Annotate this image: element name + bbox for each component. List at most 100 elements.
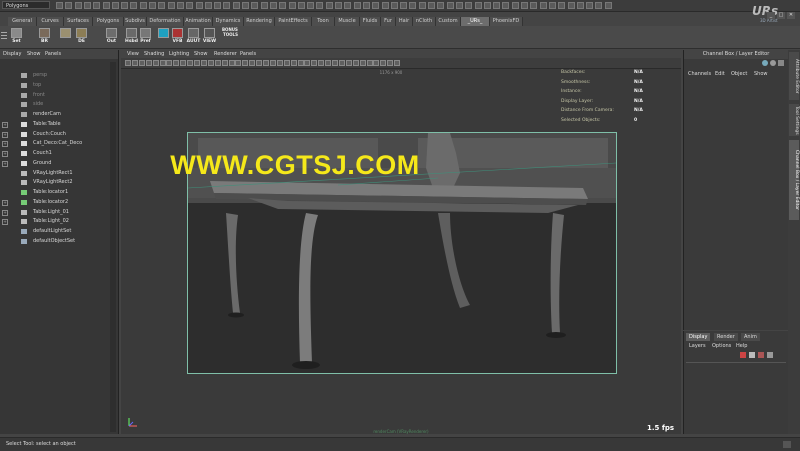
- viewport-tool-icon[interactable]: [166, 60, 173, 66]
- outliner-menu-show[interactable]: Show: [27, 51, 41, 57]
- outliner-scrollbar[interactable]: [110, 62, 116, 432]
- outliner-item[interactable]: + Couch:Couch: [0, 130, 118, 139]
- status-line-tool-icon[interactable]: [418, 2, 426, 9]
- shelf-button-pref[interactable]: Pref: [138, 28, 153, 46]
- shelf-button-vfb[interactable]: VFB: [170, 28, 185, 46]
- status-line-tool-icon[interactable]: [530, 2, 538, 9]
- render-icon[interactable]: [770, 60, 776, 66]
- outliner-item[interactable]: defaultLightSet: [0, 227, 118, 236]
- outliner-item[interactable]: + Table:Light_02: [0, 217, 118, 226]
- viewport-tool-icon[interactable]: [338, 60, 345, 66]
- viewport-tool-icon[interactable]: [290, 60, 297, 66]
- viewport-tool-icon[interactable]: [366, 60, 373, 66]
- shelf-tab-fur[interactable]: Fur: [381, 17, 396, 26]
- status-line-tool-icon[interactable]: [260, 2, 268, 9]
- status-line-tool-icon[interactable]: [288, 2, 296, 9]
- viewport-tool-icon[interactable]: [256, 60, 263, 66]
- outliner-item[interactable]: renderCam: [0, 110, 118, 119]
- viewport-tool-icon[interactable]: [269, 60, 276, 66]
- status-line-tool-icon[interactable]: [446, 2, 454, 9]
- status-line-tool-icon[interactable]: [195, 2, 203, 9]
- viewport-tool-icon[interactable]: [180, 60, 187, 66]
- outliner-item[interactable]: top: [0, 81, 118, 90]
- shelf-tab-animation[interactable]: Animation: [184, 17, 213, 26]
- status-line-tool-icon[interactable]: [483, 2, 491, 9]
- outliner-item[interactable]: defaultObjectSet: [0, 237, 118, 246]
- status-line-tool-icon[interactable]: [297, 2, 305, 9]
- tab-attribute-editor[interactable]: Attribute Editor: [789, 52, 799, 100]
- status-line-tool-icon[interactable]: [390, 2, 398, 9]
- viewport-tool-icon[interactable]: [387, 60, 394, 66]
- status-line-tool-icon[interactable]: [279, 2, 287, 9]
- expand-icon[interactable]: +: [2, 141, 8, 148]
- tab-channel-box[interactable]: Channel Box / Layer Editor: [789, 140, 799, 220]
- status-line-tool-icon[interactable]: [465, 2, 473, 9]
- status-line-tool-icon[interactable]: [158, 2, 166, 9]
- status-line-tool-icon[interactable]: [65, 2, 73, 9]
- minimize-button[interactable]: _: [767, 12, 775, 19]
- outliner-item[interactable]: + Table:locator2: [0, 198, 118, 207]
- viewport-tool-icon[interactable]: [394, 60, 401, 66]
- status-line-tool-icon[interactable]: [437, 2, 445, 9]
- outliner-item[interactable]: side: [0, 100, 118, 109]
- outliner-item[interactable]: persp: [0, 71, 118, 80]
- viewport-tool-icon[interactable]: [359, 60, 366, 66]
- tab-tool-settings[interactable]: Tool Settings: [789, 104, 799, 136]
- expand-icon[interactable]: +: [2, 219, 8, 226]
- viewport-menu-shading[interactable]: Shading: [144, 51, 164, 57]
- viewport-menu-view[interactable]: View: [127, 51, 139, 57]
- status-line-tool-icon[interactable]: [455, 2, 463, 9]
- viewport-tool-icon[interactable]: [207, 60, 214, 66]
- shelf-tab-subdivs[interactable]: Subdivs: [124, 17, 147, 26]
- viewport-tool-icon[interactable]: [235, 60, 242, 66]
- viewport-tool-icon[interactable]: [145, 60, 152, 66]
- expand-icon[interactable]: +: [2, 151, 8, 157]
- expand-icon[interactable]: +: [2, 199, 8, 206]
- viewport-tool-icon[interactable]: [304, 60, 311, 66]
- empty-layer-icon[interactable]: [758, 352, 764, 358]
- status-line-tool-icon[interactable]: [511, 2, 519, 9]
- status-line-tool-icon[interactable]: [474, 2, 482, 9]
- status-line-tool-icon[interactable]: [409, 2, 417, 9]
- shelf-tab-polygons[interactable]: Polygons: [93, 17, 124, 26]
- outliner-item[interactable]: + Table:Table: [0, 120, 118, 129]
- viewport-tool-icon[interactable]: [332, 60, 338, 66]
- viewport-tool-icon[interactable]: [221, 60, 228, 66]
- shelf-button-auut[interactable]: AUUT: [186, 28, 201, 46]
- shelf-tab-surfaces[interactable]: Surfaces: [64, 17, 93, 26]
- outliner-item[interactable]: Table:locator1: [0, 188, 118, 197]
- channel-menu-show[interactable]: Show: [754, 71, 768, 77]
- expand-icon[interactable]: +: [2, 160, 8, 167]
- viewport-menu-lighting[interactable]: Lighting: [169, 51, 189, 57]
- viewport-tool-icon[interactable]: [380, 60, 387, 66]
- help-line-toggle-icon[interactable]: [783, 441, 791, 448]
- layer-menu-help[interactable]: Help: [736, 343, 747, 349]
- status-line-tool-icon[interactable]: [251, 2, 259, 9]
- expand-icon[interactable]: +: [2, 209, 8, 216]
- status-line-tool-icon[interactable]: [316, 2, 324, 9]
- status-line-tool-icon[interactable]: [56, 2, 63, 9]
- viewport-tool-icon[interactable]: [297, 60, 304, 66]
- status-line-tool-icon[interactable]: [232, 2, 240, 9]
- status-line-tool-icon[interactable]: [362, 2, 370, 9]
- shelf-tab-dynamics[interactable]: Dynamics: [213, 17, 244, 26]
- viewport-menu-show[interactable]: Show: [194, 51, 208, 57]
- viewport-tool-icon[interactable]: [283, 60, 290, 66]
- viewport-menu-renderer[interactable]: Renderer: [214, 51, 237, 57]
- status-line-tool-icon[interactable]: [269, 2, 277, 9]
- shelf-menu-icon[interactable]: [1, 29, 7, 45]
- shelf-button-tool-7[interactable]: [156, 28, 171, 46]
- shelf-tab-toon[interactable]: Toon: [312, 17, 335, 26]
- shelf-tab-rendering[interactable]: Rendering: [244, 17, 275, 26]
- viewport-tool-icon[interactable]: [249, 60, 256, 66]
- status-line-tool-icon[interactable]: [548, 2, 556, 9]
- status-line-tool-icon[interactable]: [558, 2, 566, 9]
- sphere-icon[interactable]: [762, 60, 768, 66]
- viewport-tool-icon[interactable]: [228, 60, 235, 66]
- status-line-tool-icon[interactable]: [428, 2, 435, 9]
- shelf-tab-deformation[interactable]: Deformation: [147, 17, 184, 26]
- status-line-tool-icon[interactable]: [353, 2, 361, 9]
- outliner-menu-panels[interactable]: Panels: [45, 51, 61, 57]
- status-line-tool-icon[interactable]: [586, 2, 594, 9]
- outliner-menu-display[interactable]: Display: [3, 51, 21, 57]
